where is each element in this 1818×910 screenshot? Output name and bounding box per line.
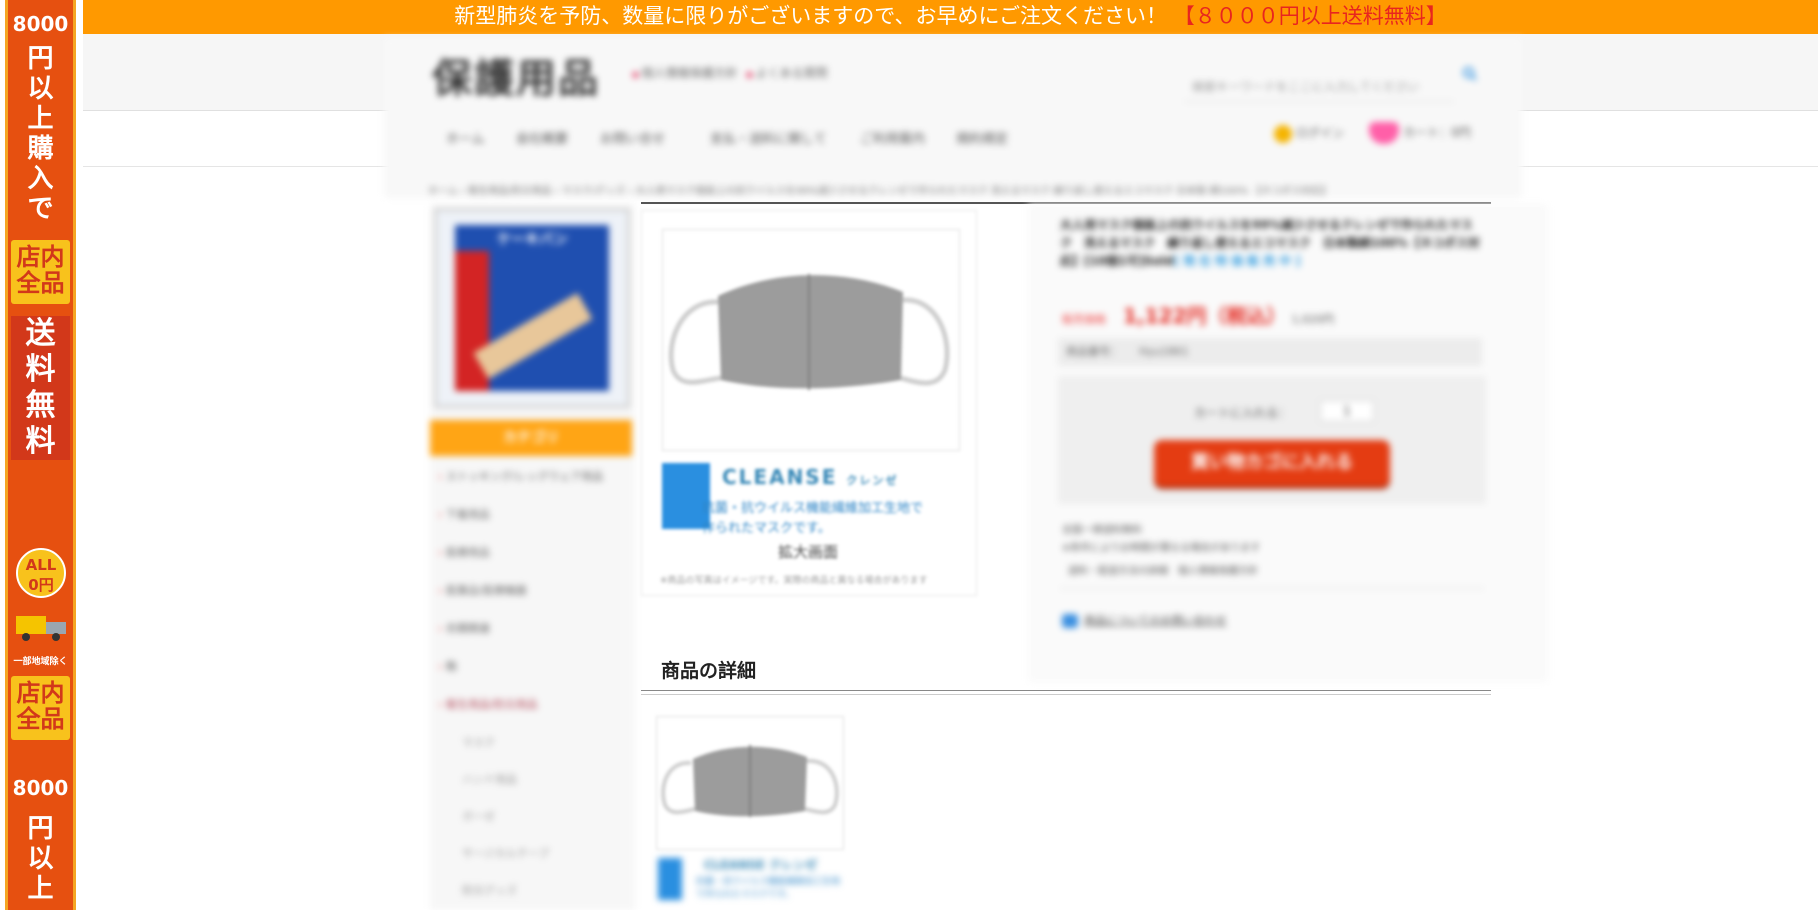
store-all-badge: 店内全品 <box>11 240 70 304</box>
product-inquiry-link[interactable]: 商品についてのお問い合わせ <box>1062 612 1227 628</box>
detail-image[interactable] <box>656 716 844 850</box>
price-tax: 1,020円 <box>1291 313 1334 326</box>
banner-amount-2: 8000 <box>12 776 69 800</box>
nav-payment[interactable]: 支払・送料に関して <box>710 128 827 147</box>
sidebar-product-banner[interactable]: ケーキバン <box>434 208 630 408</box>
site-logo[interactable]: 保護用品 <box>432 46 600 104</box>
category-item[interactable]: 医療用品 <box>438 544 490 560</box>
subcategory-item[interactable]: 防災グッズ <box>462 882 517 898</box>
category-item[interactable]: 衣類関連 <box>438 620 490 636</box>
price-label: 販売価格 <box>1062 313 1106 326</box>
user-icon <box>1274 124 1292 143</box>
privacy-link[interactable]: 個人情報保護方針 <box>632 64 738 81</box>
price-row: 販売価格 1,122円（税込） 1,020円 <box>1062 300 1334 329</box>
search-icon[interactable] <box>1462 66 1478 82</box>
maker-description: 抗菌・抗ウイルス機能繊維加工生地で作られたマスクです。 <box>702 501 924 536</box>
sidebar-banner-title: ケーキバン <box>497 232 568 248</box>
nav-terms[interactable]: 規約規定 <box>956 128 1008 147</box>
mask-image <box>668 274 950 390</box>
subcategory-item[interactable]: ハンド用品 <box>462 771 517 787</box>
info-divider <box>1060 588 1484 589</box>
maker-name: CLEANSE クレンゼ <box>722 465 899 489</box>
cart-icon <box>1369 122 1399 144</box>
region-note: 一部地域除く <box>13 657 68 667</box>
quantity-input[interactable]: 1 <box>1320 400 1374 422</box>
store-all-badge-2: 店内全品 <box>11 676 70 740</box>
product-main-image[interactable] <box>662 229 960 451</box>
product-image-panel: CLEANSE クレンゼ 抗菌・抗ウイルス機能繊維加工生地で作られたマスクです。… <box>641 210 977 596</box>
truck-icon <box>16 616 66 641</box>
product-code-row: 商品番号： Hyu1861 <box>1058 338 1482 366</box>
product-code-value: Hyu1861 <box>1139 345 1189 358</box>
product-info: 大人用マスク個装上の抗ウイルスを99%減少させるクレンゼで作られたマスク 洗える… <box>1028 204 1548 682</box>
side-promo-banner[interactable]: 8000 円 以 上 購 入 で 店内全品 送 料 無 料 ALL 0円 一部地… <box>0 0 80 910</box>
details-divider <box>641 690 1491 695</box>
category-item[interactable]: 下着用品 <box>438 506 490 522</box>
category-item[interactable]: 鞄 <box>438 658 457 674</box>
free-shipping-text: 送 料 無 料 <box>11 316 70 460</box>
search-input[interactable]: 検索キーワードをここに入力してください <box>1184 72 1454 102</box>
side-banner-strip: 8000 円 以 上 購 入 で 店内全品 送 料 無 料 ALL 0円 一部地… <box>5 0 76 910</box>
nav-guide[interactable]: ご利用案内 <box>860 128 925 147</box>
sidebar: ケーキバン カテゴリ ストッキング/レッグウェア用品 下着用品 医療用品 医薬品… <box>430 204 635 910</box>
details-heading: 商品の詳細 <box>661 660 757 682</box>
product-code-label: 商品番号： <box>1066 345 1121 358</box>
banner-amount: 8000 <box>12 12 69 36</box>
nav-home[interactable]: ホーム <box>446 128 485 147</box>
quantity-label: カートに入れる： <box>1194 406 1291 420</box>
banner-text-bottom: 円 以 上 <box>27 814 54 904</box>
free-shipping-promo: 【８０００円以上送料無料】 <box>1173 4 1447 28</box>
banner-text-top: 円 以 上 購 入 で <box>27 44 54 224</box>
subcategory-item[interactable]: サージカルテープ <box>462 845 549 861</box>
image-note: ※商品の写真はイメージです。実際の商品と異なる場合があります <box>660 576 928 586</box>
category-header: カテゴリ <box>430 420 632 456</box>
subcategory-item[interactable]: ガーゼ <box>462 808 495 824</box>
add-to-cart-button[interactable]: 買い物カゴに入れる <box>1154 440 1390 486</box>
subcategory-item[interactable]: マスク <box>462 734 495 750</box>
all-zero-badge: ALL 0円 <box>16 548 66 598</box>
product-title: 大人用マスク個装上の抗ウイルスを99%減少させるクレンゼで作られたマスク 洗える… <box>1060 218 1480 268</box>
announcement-text: 新型肺炎を予防、数量に限りがございますので、お早めにご注文ください！ <box>454 4 1168 28</box>
category-item[interactable]: ストッキング/レッグウェア用品 <box>438 468 603 484</box>
nav-company[interactable]: 会社概要 <box>516 128 568 147</box>
login-link[interactable]: ログイン <box>1274 124 1344 143</box>
category-item[interactable]: 医薬品/医療機器 <box>438 582 527 598</box>
detail-maker-info: CLEANSE クレンゼ 抗菌・抗ウイルス機能繊維加工生地で作られたマスクです。 <box>656 856 846 910</box>
shipping-info: 全国一律送料無料 ※条件によりお時間が異なる場合があります <box>1062 525 1261 554</box>
shipping-link[interactable]: 送料・配送方法の詳細 個人情報保護方針 <box>1068 562 1258 577</box>
faq-link[interactable]: よくある質問 <box>746 64 828 81</box>
category-item-active[interactable]: 衛生用品/防災用品 <box>438 696 538 712</box>
nav-contact[interactable]: お問い合せ <box>600 128 665 147</box>
cart-link[interactable]: カート：0円 <box>1369 122 1471 144</box>
announcement-bar: 新型肺炎を予防、数量に限りがございますので、お早めにご注文ください！ 【８０００… <box>83 0 1818 34</box>
site-header: 保護用品 個人情報保護方針 よくある質問 検索キーワードをここに入力してください… <box>384 38 1522 198</box>
price-value: 1,122円（税込） <box>1123 304 1287 328</box>
breadcrumb[interactable]: ホーム › 衛生用品/防災用品 › マスク/グッズ › 大人用マスク個装上の抗ウ… <box>428 182 1331 197</box>
mail-icon <box>1062 614 1078 628</box>
add-to-cart-box: カートに入れる： 1 買い物カゴに入れる <box>1058 376 1486 504</box>
zoom-image-link[interactable]: 拡大画面 <box>778 541 838 562</box>
